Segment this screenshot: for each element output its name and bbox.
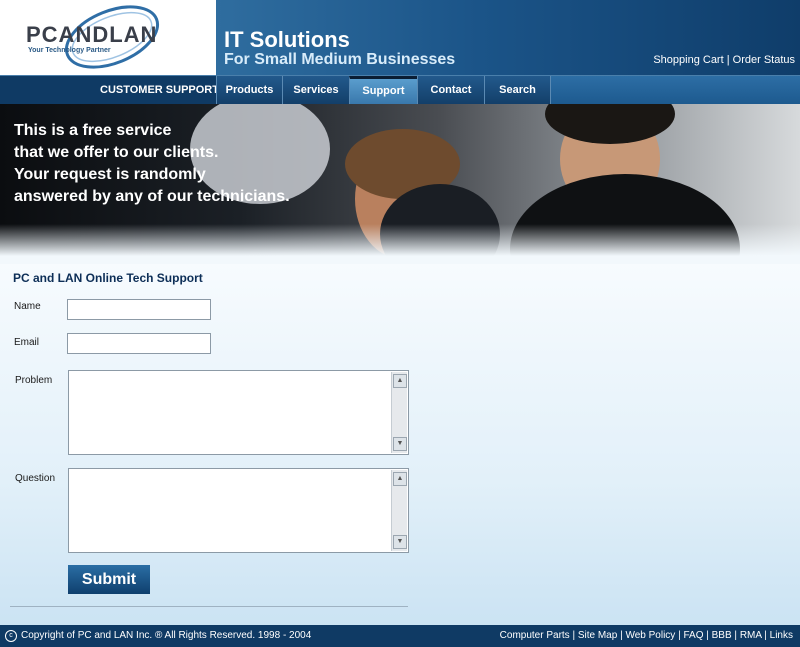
footer-link-links[interactable]: Links [770,630,793,641]
header-band: IT Solutions For Small Medium Businesses… [216,0,800,75]
question-textarea[interactable]: ▲ ▼ [68,468,409,553]
header-title: IT Solutions [224,27,350,52]
footer-links: Computer Parts | Site Map | Web Policy |… [499,630,793,641]
banner-line: This is a free service [14,122,172,139]
banner-line: Your request is randomly [14,166,206,183]
header-link-separator: | [723,54,733,66]
nav-item-services[interactable]: Services [282,76,349,104]
form-title: PC and LAN Online Tech Support [13,271,203,285]
shopping-cart-link[interactable]: Shopping Cart [653,54,723,66]
nav-item-products[interactable]: Products [216,76,282,104]
form-divider [10,606,408,607]
scroll-up-icon[interactable]: ▲ [393,472,407,486]
copyright-icon: c [5,630,17,642]
submit-button[interactable]: Submit [68,565,150,594]
footer-link-web-policy[interactable]: Web Policy [625,630,675,641]
banner-line: that we offer to our clients. [14,144,219,161]
email-input[interactable] [67,333,211,354]
footer-link-site-map[interactable]: Site Map [578,630,617,641]
footer-link-faq[interactable]: FAQ [683,630,703,641]
header-subtitle: For Small Medium Businesses [224,51,456,68]
nav-item-contact[interactable]: Contact [417,76,484,104]
scroll-down-icon[interactable]: ▼ [393,437,407,451]
problem-scrollbar[interactable]: ▲ ▼ [391,372,407,453]
name-label: Name [14,301,41,312]
logo[interactable]: PCANDLAN Your Technology Partner [0,0,216,75]
footer: c Copyright of PC and LAN Inc. ® All Rig… [0,625,800,647]
order-status-link[interactable]: Order Status [733,54,795,66]
footer-link-rma[interactable]: RMA [740,630,762,641]
nav-item-support[interactable]: Support [349,76,417,104]
footer-copyright: Copyright of PC and LAN Inc. ® All Right… [21,630,312,641]
banner-line: answered by any of our technicians. [14,188,290,205]
nav-item-search[interactable]: Search [484,76,550,104]
logo-tagline: Your Technology Partner [28,47,111,54]
nav-section-label: CUSTOMER SUPPORT [100,84,219,96]
logo-text: PCANDLAN [26,22,158,47]
nav-filler [550,76,800,104]
question-scrollbar[interactable]: ▲ ▼ [391,470,407,551]
banner-text: This is a free service that we offer to … [14,120,290,208]
hero-banner: This is a free service that we offer to … [0,104,800,264]
email-label: Email [14,337,40,348]
footer-link-bbb[interactable]: BBB [712,630,732,641]
problem-label: Problem [15,375,53,386]
footer-link-computer-parts[interactable]: Computer Parts [500,630,570,641]
problem-textarea[interactable]: ▲ ▼ [68,370,409,455]
banner-fade [0,224,800,264]
question-label: Question [15,473,56,484]
main-nav: CUSTOMER SUPPORT Products Services Suppo… [0,75,800,104]
name-input[interactable] [67,299,211,320]
scroll-down-icon[interactable]: ▼ [393,535,407,549]
header-links: Shopping Cart | Order Status [653,54,795,66]
support-form: PC and LAN Online Tech Support Name Emai… [0,264,800,625]
scroll-up-icon[interactable]: ▲ [393,374,407,388]
